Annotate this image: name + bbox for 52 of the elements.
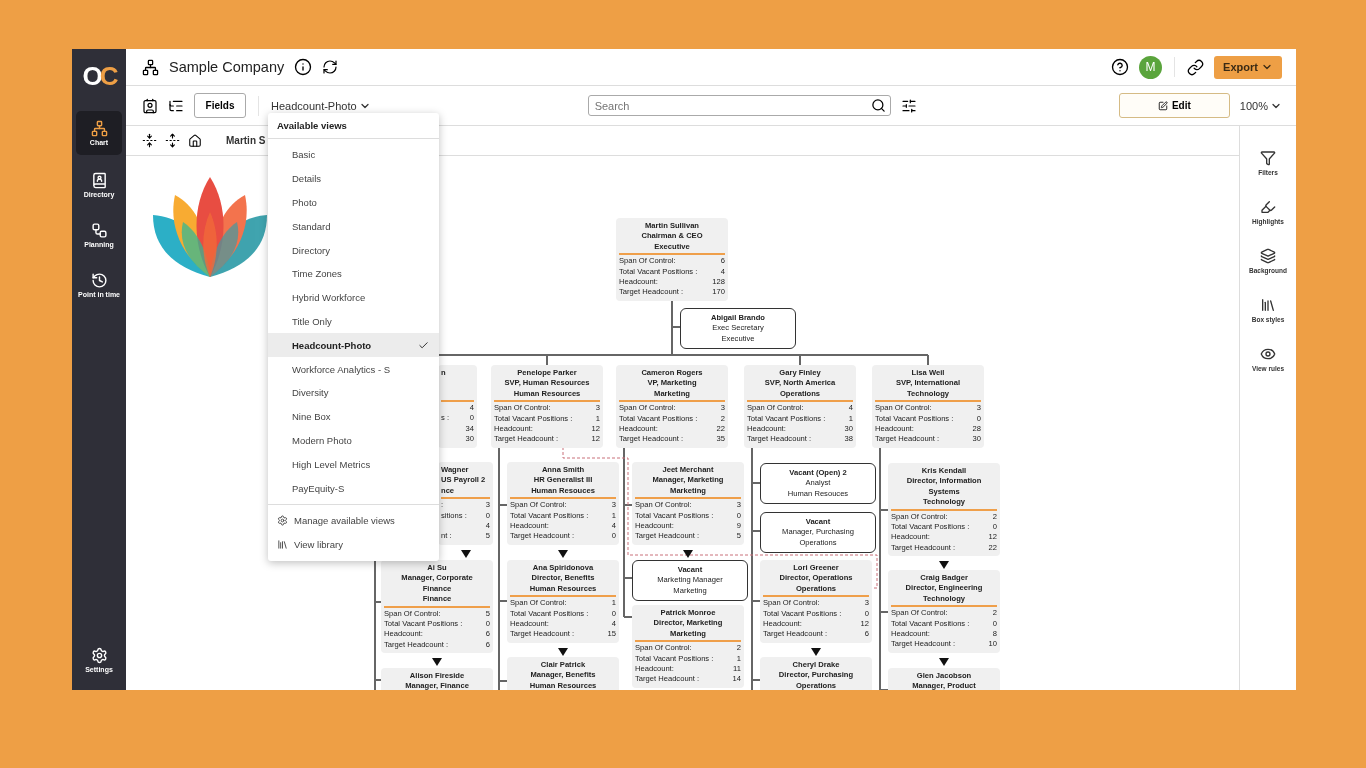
menu-action[interactable]: View library [268, 532, 439, 557]
search-field[interactable]: Search [587, 95, 891, 116]
menu-item[interactable]: PayEquity-S [268, 476, 439, 500]
menu-item[interactable]: Headcount-Photo [268, 333, 439, 358]
menu-item[interactable]: Basic [268, 143, 439, 167]
directory-icon [90, 172, 108, 189]
settings-icon [90, 647, 108, 664]
menu-item[interactable]: Workforce Analytics - S [268, 357, 439, 381]
expand-icon[interactable] [165, 133, 180, 148]
layers-icon [1260, 248, 1276, 264]
view-selector[interactable]: Headcount-Photo [271, 99, 371, 112]
id-card-icon[interactable] [142, 97, 158, 114]
menu-heading: Available views [268, 113, 439, 139]
fields-button[interactable]: Fields [194, 93, 246, 118]
help-icon[interactable] [1111, 58, 1129, 76]
filter-icon [1260, 150, 1276, 166]
info-icon[interactable] [294, 58, 313, 76]
menu-item[interactable]: Diversity [268, 380, 439, 405]
sliders-icon[interactable] [900, 97, 917, 114]
home-icon[interactable] [188, 133, 202, 148]
menu-item[interactable]: Modern Photo [268, 428, 439, 453]
highlighter-icon [1260, 199, 1276, 215]
menu-item[interactable]: Time Zones [268, 262, 439, 286]
menu-item[interactable]: Hybrid Workforce [268, 285, 439, 310]
breadcrumb-link[interactable]: Martin S [226, 135, 266, 146]
books-icon [277, 539, 288, 551]
export-button[interactable]: Export [1214, 55, 1282, 79]
edit-button[interactable]: Edit [1118, 93, 1230, 118]
link-icon[interactable] [1187, 58, 1204, 76]
collapse-icon[interactable] [142, 133, 157, 148]
eye-icon [1260, 346, 1276, 362]
edit-icon [1157, 100, 1168, 111]
check-icon [418, 339, 429, 351]
settings-icon [277, 515, 288, 527]
menu-item[interactable]: Nine Box [268, 404, 439, 429]
menu-item[interactable]: Photo [268, 190, 439, 215]
menu-action[interactable]: Manage available views [268, 508, 439, 533]
app-logo[interactable]: OC [82, 61, 116, 91]
company-title: Sample Company [169, 59, 285, 75]
menu-item[interactable]: Directory [268, 238, 439, 262]
search-icon[interactable] [870, 98, 886, 113]
menu-item[interactable]: Title Only [268, 309, 439, 334]
history-icon [90, 272, 108, 289]
zoom-selector[interactable]: 100% [1239, 99, 1282, 112]
books-icon [1260, 297, 1276, 313]
org-chart-icon [90, 120, 108, 137]
planning-icon [90, 222, 108, 239]
menu-item[interactable]: High Level Metrics [268, 452, 439, 477]
menu-item[interactable]: Standard [268, 214, 439, 239]
refresh-icon[interactable] [322, 59, 339, 75]
org-chart-icon [142, 58, 159, 76]
menu-item[interactable]: Details [268, 166, 439, 191]
